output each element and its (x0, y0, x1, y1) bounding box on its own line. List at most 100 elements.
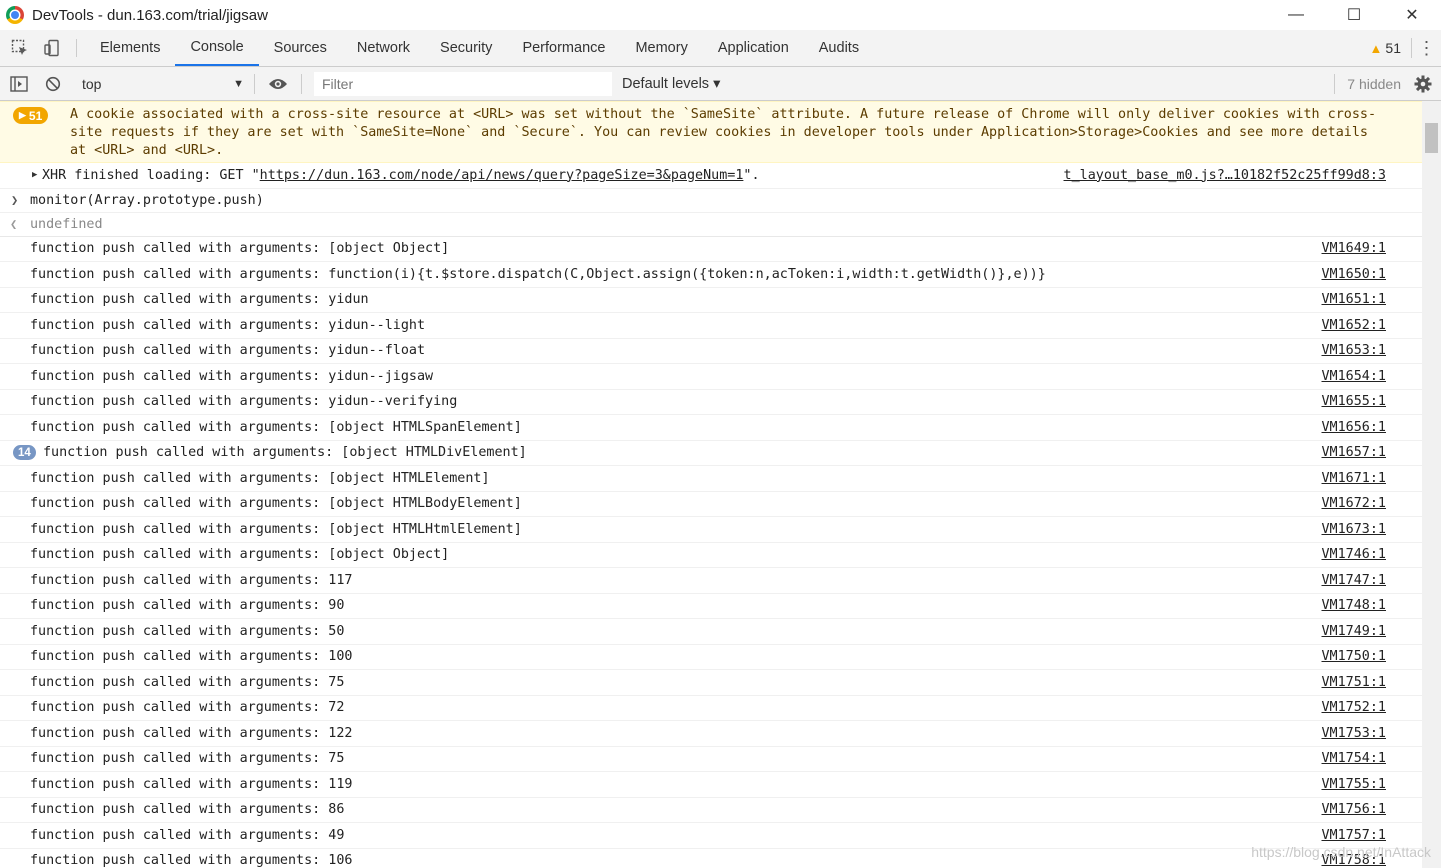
log-prefix: function push called with arguments: (30, 802, 329, 818)
log-message: function push called with arguments: [ob… (0, 492, 1422, 517)
log-levels-dropdown[interactable]: Default levels ▾ (622, 76, 720, 92)
tab-audits[interactable]: Audits (804, 30, 874, 66)
log-source-link[interactable]: VM1751:1 (1322, 675, 1387, 690)
log-message: function push called with arguments: 50 V… (0, 619, 1422, 645)
log-source-link[interactable]: VM1655:1 (1322, 394, 1387, 409)
log-source-link[interactable]: VM1756:1 (1322, 802, 1387, 817)
devtools-tabbar: Elements Console Sources Network Security Per… (0, 30, 1441, 67)
log-text: function push called with arguments: 49 (30, 828, 344, 843)
live-expression-eye-icon[interactable] (261, 67, 295, 101)
log-prefix: function push called with arguments: (30, 853, 329, 868)
xhr-source-link[interactable]: t_layout_base_m0.js?…10182f52c25ff99d8:3 (1064, 168, 1386, 183)
tab-sources[interactable]: Sources (259, 30, 342, 66)
xhr-suffix: ". (743, 167, 760, 183)
tab-console[interactable]: Console (175, 30, 259, 66)
log-source-link[interactable]: VM1747:1 (1322, 573, 1387, 588)
window-titlebar: DevTools - dun.163.com/trial/jigsaw — ☐ … (0, 0, 1441, 30)
log-text: function push called with arguments: fun… (30, 267, 1046, 282)
log-prefix: function push called with arguments: (43, 445, 342, 461)
prompt-chevron-icon: ❯ (11, 193, 19, 207)
log-argument: [object HTMLSpanElement] (328, 419, 522, 435)
log-message: function push called with arguments: 106… (0, 849, 1422, 868)
log-message: function push called with arguments: 119… (0, 772, 1422, 798)
expand-triangle-icon[interactable]: ▶ (32, 170, 37, 180)
log-source-link[interactable]: VM1652:1 (1322, 318, 1387, 333)
log-source-link[interactable]: VM1651:1 (1322, 292, 1387, 307)
tab-elements[interactable]: Elements (85, 30, 175, 66)
tab-network[interactable]: Network (342, 30, 425, 66)
cookie-warning-message: ▶ 51 A cookie associated with a cross-si… (0, 101, 1422, 163)
log-text: function push called with arguments: yid… (30, 343, 425, 358)
log-source-link[interactable]: VM1757:1 (1322, 828, 1387, 843)
log-message: function push called with arguments: yid… (0, 313, 1422, 339)
log-text: function push called with arguments: [ob… (30, 471, 490, 486)
log-text: function push called with arguments: [ob… (30, 241, 449, 256)
log-source-link[interactable]: VM1753:1 (1322, 726, 1387, 741)
warnings-count: 51 (1385, 40, 1401, 56)
log-text: function push called with arguments: 75 (30, 751, 344, 766)
warnings-counter[interactable]: ▲ 51 (1370, 40, 1401, 56)
log-source-link[interactable]: VM1650:1 (1322, 267, 1387, 282)
inspect-element-icon[interactable] (4, 30, 36, 66)
log-prefix: function push called with arguments: (30, 394, 329, 410)
log-source-link[interactable]: VM1673:1 (1322, 522, 1387, 537)
log-prefix: function push called with arguments: (30, 572, 329, 588)
log-list: function push called with arguments: [ob… (0, 237, 1422, 868)
scrollbar-thumb[interactable] (1425, 123, 1438, 153)
log-source-link[interactable]: VM1754:1 (1322, 751, 1387, 766)
tab-memory[interactable]: Memory (620, 30, 702, 66)
xhr-url-link[interactable]: https://dun.163.com/node/api/news/query?… (260, 168, 744, 183)
close-button[interactable]: ✕ (1383, 0, 1441, 30)
log-source-link[interactable]: VM1672:1 (1322, 496, 1387, 511)
log-prefix: function push called with arguments: (30, 649, 329, 665)
log-argument: [object Object] (328, 547, 450, 563)
log-text: function push called with arguments: 117 (30, 573, 352, 588)
log-source-link[interactable]: VM1654:1 (1322, 369, 1387, 384)
log-source-link[interactable]: VM1749:1 (1322, 624, 1387, 639)
filter-input[interactable] (314, 71, 612, 96)
xhr-prefix: XHR finished loading: GET " (42, 167, 260, 183)
maximize-button[interactable]: ☐ (1325, 0, 1383, 30)
clear-console-icon[interactable] (36, 67, 70, 101)
log-source-link[interactable]: VM1653:1 (1322, 343, 1387, 358)
log-text: function push called with arguments: [ob… (30, 547, 449, 562)
console-scrollbar[interactable] (1422, 101, 1441, 868)
log-source-link[interactable]: VM1746:1 (1322, 547, 1387, 562)
log-prefix: function push called with arguments: (30, 470, 329, 486)
result-chevron-icon: ❮ (10, 217, 18, 231)
log-argument: yidun (328, 292, 369, 308)
warning-badge-count: 51 (28, 108, 43, 123)
log-argument: 49 (328, 827, 345, 843)
log-text: function push called with arguments: 90 (30, 598, 344, 613)
minimize-button[interactable]: — (1267, 0, 1325, 30)
show-sidebar-icon[interactable] (2, 67, 36, 101)
toolbar-divider (76, 39, 77, 57)
log-source-link[interactable]: VM1671:1 (1322, 471, 1387, 486)
context-selector[interactable]: top ▼ (78, 72, 248, 96)
log-prefix: function push called with arguments: (30, 521, 329, 537)
log-source-link[interactable]: VM1649:1 (1322, 241, 1387, 256)
gear-icon[interactable] (1411, 72, 1435, 96)
log-source-link[interactable]: VM1656:1 (1322, 420, 1387, 435)
log-source-link[interactable]: VM1755:1 (1322, 777, 1387, 792)
tab-security[interactable]: Security (425, 30, 507, 66)
log-source-link[interactable]: VM1748:1 (1322, 598, 1387, 613)
tab-performance[interactable]: Performance (507, 30, 620, 66)
log-prefix: function push called with arguments: (30, 241, 329, 257)
log-source-link[interactable]: VM1752:1 (1322, 700, 1387, 715)
log-prefix: function push called with arguments: (30, 776, 329, 792)
log-argument: 72 (328, 700, 345, 716)
log-argument: 106 (328, 853, 353, 868)
devtools-menu-icon[interactable]: ⋮ (1411, 38, 1441, 58)
log-message: function push called with arguments: 117… (0, 568, 1422, 594)
log-prefix: function push called with arguments: (30, 598, 329, 614)
repeat-count-badge: 14 (13, 445, 36, 461)
log-argument: [object Object] (328, 241, 450, 257)
device-toolbar-icon[interactable] (36, 30, 68, 66)
tab-application[interactable]: Application (703, 30, 804, 66)
log-message: function push called with arguments: [ob… (0, 517, 1422, 543)
log-source-link[interactable]: VM1750:1 (1322, 649, 1387, 664)
log-text: function push called with arguments: [ob… (30, 496, 522, 511)
log-source-link[interactable]: VM1657:1 (1322, 445, 1387, 460)
log-argument: 90 (328, 598, 345, 614)
